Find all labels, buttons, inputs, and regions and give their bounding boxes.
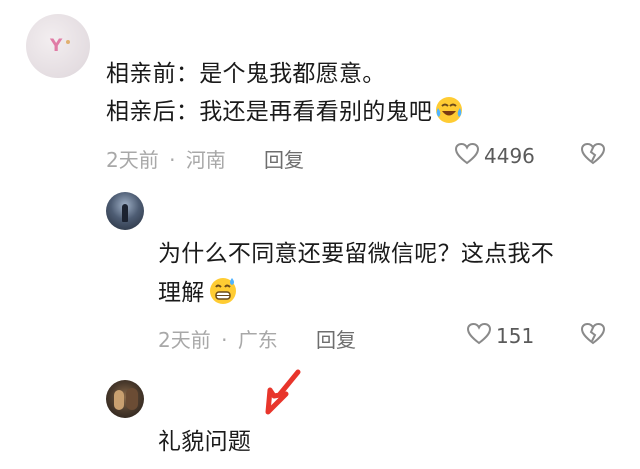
like-button[interactable]: 4496 [454, 142, 535, 170]
comment-text-line: 理解 [158, 274, 239, 317]
comment-text-line: 为什么不同意还要留微信呢？这点我不 [158, 241, 555, 267]
heart-outline-icon [454, 142, 480, 170]
timestamp: 2天前 [106, 148, 159, 172]
comment-text-line: 礼貌问题 [158, 429, 252, 455]
separator: · [169, 148, 176, 172]
comment-meta: 2天前 · 广东 [158, 324, 278, 353]
separator: · [221, 328, 228, 352]
comment-meta: 2天前 · 河南 [106, 144, 226, 173]
broken-heart-icon[interactable] [580, 322, 606, 350]
comment-text-line: 相亲前：是个鬼我都愿意。 [106, 61, 386, 87]
sweat-grin-emoji-icon [207, 274, 239, 317]
location: 河南 [185, 148, 226, 172]
timestamp: 2天前 [158, 328, 211, 352]
red-arrow-icon [258, 368, 304, 422]
location: 广东 [237, 328, 278, 352]
like-count: 4496 [484, 144, 535, 168]
reply-button[interactable]: 回复 [316, 324, 356, 353]
avatar[interactable] [106, 192, 144, 230]
avatar[interactable] [106, 380, 144, 418]
comment-text-line: 相亲后：我还是再看看别的鬼吧 [106, 94, 464, 136]
broken-heart-icon[interactable] [580, 142, 606, 170]
heart-outline-icon [466, 322, 492, 350]
reply-button[interactable]: 回复 [264, 144, 304, 173]
laughing-crying-emoji-icon [434, 95, 464, 136]
avatar[interactable]: Y [26, 14, 90, 78]
like-button[interactable]: 151 [466, 322, 534, 350]
like-count: 151 [496, 324, 535, 348]
